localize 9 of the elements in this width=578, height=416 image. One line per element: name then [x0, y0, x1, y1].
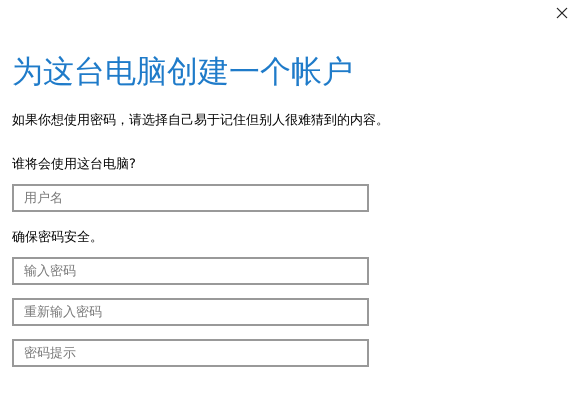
input-field[interactable]: 重新输入密码: [12, 298, 369, 326]
input-field[interactable]: 用户名: [12, 184, 369, 212]
page-title: 为这台电脑创建一个帐户: [12, 53, 353, 92]
input-field[interactable]: 输入密码: [12, 257, 369, 285]
section-label: 确保密码安全。: [12, 229, 103, 247]
input-field[interactable]: 密码提示: [12, 339, 369, 367]
close-icon: [556, 7, 568, 19]
section-label: 谁将会使用这台电脑?: [12, 156, 136, 174]
description-text: 如果你想使用密码，请选择自己易于记住但别人很难猜到的内容。: [12, 112, 389, 130]
